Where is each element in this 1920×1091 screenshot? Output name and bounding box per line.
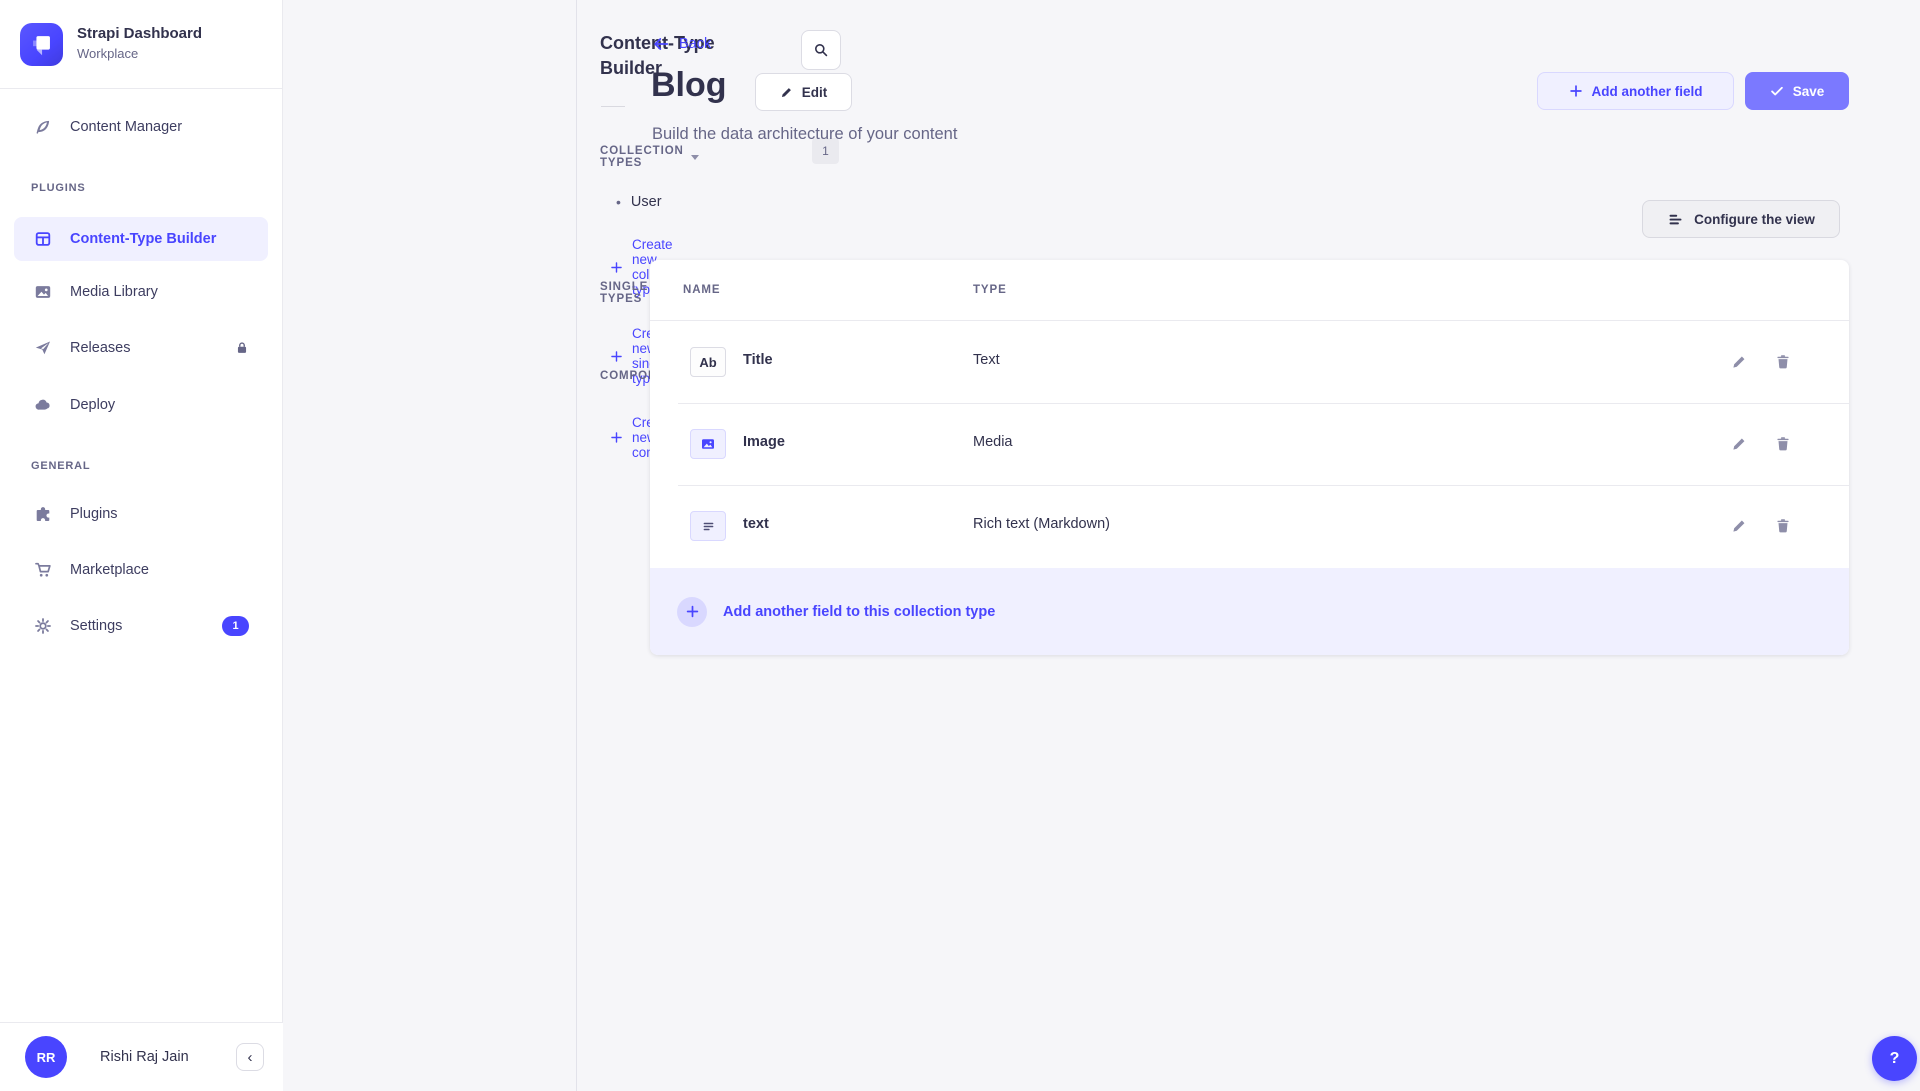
sidebar-item-marketplace[interactable]: Marketplace [14,548,268,592]
lock-icon [235,341,249,355]
delete-field-button[interactable] [1775,518,1791,534]
pencil-icon [780,86,793,99]
help-button[interactable]: ? [1872,1036,1917,1081]
sidebar-item-releases[interactable]: Releases [14,326,268,370]
field-name: Title [743,352,773,368]
app: Strapi Dashboard Workplace Content Manag… [0,0,1920,1091]
cloud-icon [33,396,53,414]
layout-grid-icon [33,230,53,248]
sidebar-footer: RR Rishi Raj Jain ‹ [0,1022,283,1091]
edit-button[interactable]: Edit [755,73,852,111]
text-field-icon: Ab [690,347,726,377]
field-name: Image [743,434,785,450]
plus-icon [1569,84,1583,98]
back-link[interactable]: Back [652,35,711,53]
subnav-item-user[interactable]: • User [616,194,662,210]
collapse-sidebar-button[interactable]: ‹ [236,1043,264,1071]
avatar[interactable]: RR [25,1036,67,1078]
fields-table: NAME TYPE Ab Title Text Image Me [650,260,1849,655]
search-icon [813,42,829,58]
arrow-left-icon [652,35,670,53]
media-field-icon [690,429,726,459]
content-type-builder-subnav: Content-Type Builder COLLECTION TYPES 1 … [283,0,577,1091]
media-library-icon [33,283,53,301]
sidebar-item-label: Content-Type Builder [70,231,216,247]
table-header: NAME TYPE [650,260,1849,321]
paper-plane-icon [33,339,53,357]
workspace-header[interactable]: Strapi Dashboard Workplace [0,0,282,89]
table-row[interactable]: Image Media [650,403,1849,485]
table-row[interactable]: text Rich text (Markdown) [650,485,1849,567]
sidebar-item-label: Marketplace [70,562,149,578]
check-icon [1770,84,1784,98]
plus-icon [610,261,623,274]
add-field-row-label: Add another field to this collection typ… [723,604,995,620]
edit-field-button[interactable] [1731,354,1747,370]
page-title: Blog [651,66,727,105]
sidebar-item-media-library[interactable]: Media Library [14,270,268,314]
layout-bars-icon [1667,211,1684,228]
sidebar-item-settings[interactable]: Settings 1 [14,604,268,648]
sidebar-item-label: Releases [70,340,130,356]
table-row[interactable]: Ab Title Text [650,321,1849,403]
gear-icon [33,617,53,635]
group-label: SINGLE TYPES [600,281,648,305]
save-button[interactable]: Save [1745,72,1849,110]
column-header-name: NAME [683,284,720,296]
add-field-to-collection-row[interactable]: Add another field to this collection typ… [650,568,1849,655]
field-type: Media [973,434,1013,450]
strapi-logo-icon [20,23,63,66]
type-label: User [631,194,662,210]
bullet-icon: • [616,194,621,210]
delete-field-button[interactable] [1775,354,1791,370]
plus-icon [610,350,623,363]
sidebar-item-deploy[interactable]: Deploy [14,383,268,427]
plus-circle-icon [677,597,707,627]
main-sidebar: Strapi Dashboard Workplace Content Manag… [0,0,283,1091]
workspace-subtitle: Workplace [77,46,138,61]
plus-icon [610,431,623,444]
sidebar-section-general: GENERAL [31,460,90,472]
sidebar-item-label: Settings [70,618,122,634]
user-name: Rishi Raj Jain [100,1049,189,1065]
field-name: text [743,516,769,532]
sidebar-item-content-type-builder[interactable]: Content-Type Builder [14,217,268,261]
group-label: COLLECTION TYPES [600,145,684,169]
sidebar-item-label: Content Manager [70,119,182,135]
sidebar-item-plugins[interactable]: Plugins [14,492,268,536]
sidebar-item-label: Media Library [70,284,158,300]
sidebar-item-content-manager[interactable]: Content Manager [14,105,268,149]
delete-field-button[interactable] [1775,436,1791,452]
field-type: Text [973,352,1000,368]
richtext-field-icon [690,511,726,541]
sidebar-item-label: Plugins [70,506,118,522]
edit-field-button[interactable] [1731,436,1747,452]
edit-label: Edit [802,85,828,100]
edit-field-button[interactable] [1731,518,1747,534]
settings-badge: 1 [222,616,249,636]
puzzle-icon [33,505,53,523]
configure-view-button[interactable]: Configure the view [1642,200,1840,238]
configure-label: Configure the view [1694,212,1815,227]
sidebar-item-label: Deploy [70,397,115,413]
sidebar-section-plugins: PLUGINS [31,182,86,194]
column-header-type: TYPE [973,284,1007,296]
workspace-title: Strapi Dashboard [77,25,202,42]
chevron-down-icon [691,155,699,160]
feather-icon [33,118,53,136]
page-subtitle: Build the data architecture of your cont… [652,125,957,144]
back-label: Back [679,36,711,52]
collection-types-header[interactable]: COLLECTION TYPES [600,145,699,169]
field-type: Rich text (Markdown) [973,516,1110,532]
add-another-field-button[interactable]: Add another field [1537,72,1734,110]
add-field-label: Add another field [1592,84,1703,99]
cart-icon [33,561,53,579]
divider [601,106,625,107]
search-button[interactable] [801,30,841,70]
save-label: Save [1793,84,1825,99]
